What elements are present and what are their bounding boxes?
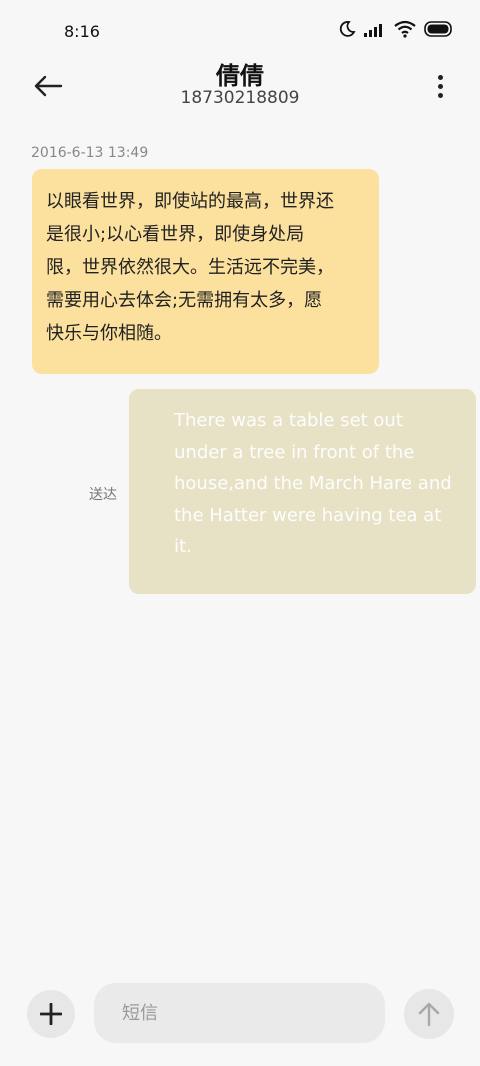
conversation-header: 倩倩 18730218809 xyxy=(0,56,480,116)
message-composer xyxy=(0,980,480,1050)
status-time: 8:16 xyxy=(64,22,100,41)
arrow-up-icon xyxy=(418,1002,440,1027)
status-icons xyxy=(338,20,454,42)
status-bar: 8:16 xyxy=(0,0,480,60)
send-button[interactable] xyxy=(404,989,454,1039)
more-button[interactable] xyxy=(428,66,452,106)
more-vertical-icon xyxy=(437,74,443,80)
battery-icon xyxy=(424,21,454,41)
message-input[interactable] xyxy=(94,983,385,1043)
signal-icon xyxy=(364,21,386,41)
moon-icon xyxy=(338,20,356,42)
plus-icon xyxy=(40,1003,62,1025)
contact-name: 倩倩 xyxy=(216,62,264,90)
wifi-icon xyxy=(394,20,416,42)
add-attachment-button[interactable] xyxy=(27,990,75,1038)
incoming-message-bubble[interactable]: 以眼看世界，即使站的最高，世界还是很小;以心看世界，即使身处局限，世界依然很大。… xyxy=(32,169,379,374)
outgoing-message-text: There was a table set out under a tree i… xyxy=(174,410,452,557)
delivery-status: 送达 xyxy=(89,487,117,503)
message-timestamp: 2016-6-13 13:49 xyxy=(31,145,149,161)
contact-phone: 18730218809 xyxy=(180,88,300,108)
incoming-message-text: 以眼看世界，即使站的最高，世界还是很小;以心看世界，即使身处局限，世界依然很大。… xyxy=(46,191,334,344)
outgoing-message-bubble[interactable]: There was a table set out under a tree i… xyxy=(129,389,476,594)
